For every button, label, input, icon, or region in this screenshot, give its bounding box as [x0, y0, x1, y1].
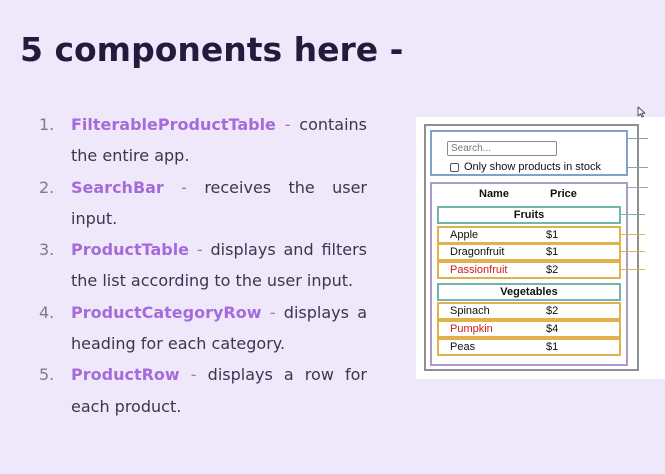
product-category-row: Fruits: [437, 206, 621, 224]
product-price: $1: [546, 229, 559, 241]
product-price: $1: [546, 341, 559, 353]
components-list: 1. FilterableProductTable - contains the …: [39, 109, 367, 422]
product-name: Pumpkin: [450, 323, 493, 335]
product-category-row: Vegetables: [437, 283, 621, 301]
product-price: $1: [546, 246, 559, 258]
slide-title: 5 components here -: [20, 30, 404, 69]
in-stock-checkbox: [450, 163, 459, 172]
component-name: ProductCategoryRow: [71, 302, 262, 322]
item-number: 5.: [39, 365, 55, 385]
product-row: Pumpkin $4: [437, 320, 621, 338]
product-row: Spinach $2: [437, 302, 621, 320]
component-item: 1. FilterableProductTable - contains the …: [39, 109, 367, 172]
component-separator: -: [179, 365, 208, 385]
component-item: 3. ProductTable - displays and filters th…: [39, 234, 367, 297]
product-row: Apple $1: [437, 226, 621, 244]
in-stock-checkbox-label: Only show products in stock: [464, 161, 601, 173]
connector-line: [621, 269, 645, 270]
item-number: 3.: [39, 240, 55, 260]
component-item: 4. ProductCategoryRow - displays a headin…: [39, 297, 367, 360]
product-row: Passionfruit $2: [437, 261, 621, 279]
product-name: Apple: [450, 229, 479, 241]
column-header-name: Name: [479, 188, 509, 200]
connector-line: [621, 214, 645, 215]
connector-line: [628, 167, 648, 168]
item-number: 1.: [39, 115, 55, 134]
product-row: Dragonfruit $1: [437, 243, 621, 261]
component-item: 2. SearchBar - receives the user input.: [39, 172, 367, 235]
product-name: Spinach: [450, 305, 490, 317]
component-item: 5. ProductRow - displays a row for each p…: [39, 359, 367, 422]
mouse-pointer-icon: [637, 106, 646, 118]
component-diagram: Search... Only show products in stock Na…: [416, 117, 665, 379]
component-separator: -: [189, 240, 211, 260]
connector-line: [628, 138, 648, 139]
product-name: Dragonfruit: [450, 246, 505, 258]
component-separator: -: [163, 177, 205, 197]
product-row: Peas $1: [437, 338, 621, 356]
column-header-price: Price: [550, 188, 577, 200]
component-separator: -: [275, 115, 300, 134]
product-price: $2: [546, 305, 559, 317]
component-name: FilterableProductTable: [71, 115, 276, 134]
component-name: SearchBar: [71, 177, 164, 197]
connector-line: [621, 251, 645, 252]
product-price: $4: [546, 323, 559, 335]
product-price: $2: [546, 264, 559, 276]
item-number: 4.: [39, 302, 55, 322]
component-name: ProductTable: [71, 240, 190, 260]
connector-line: [628, 187, 648, 188]
component-name: ProductRow: [71, 365, 180, 385]
search-input: Search...: [447, 141, 557, 156]
product-name: Peas: [450, 341, 476, 353]
connector-line: [621, 234, 645, 235]
item-number: 2.: [39, 177, 55, 197]
component-separator: -: [261, 302, 284, 322]
product-name: Passionfruit: [450, 264, 508, 276]
